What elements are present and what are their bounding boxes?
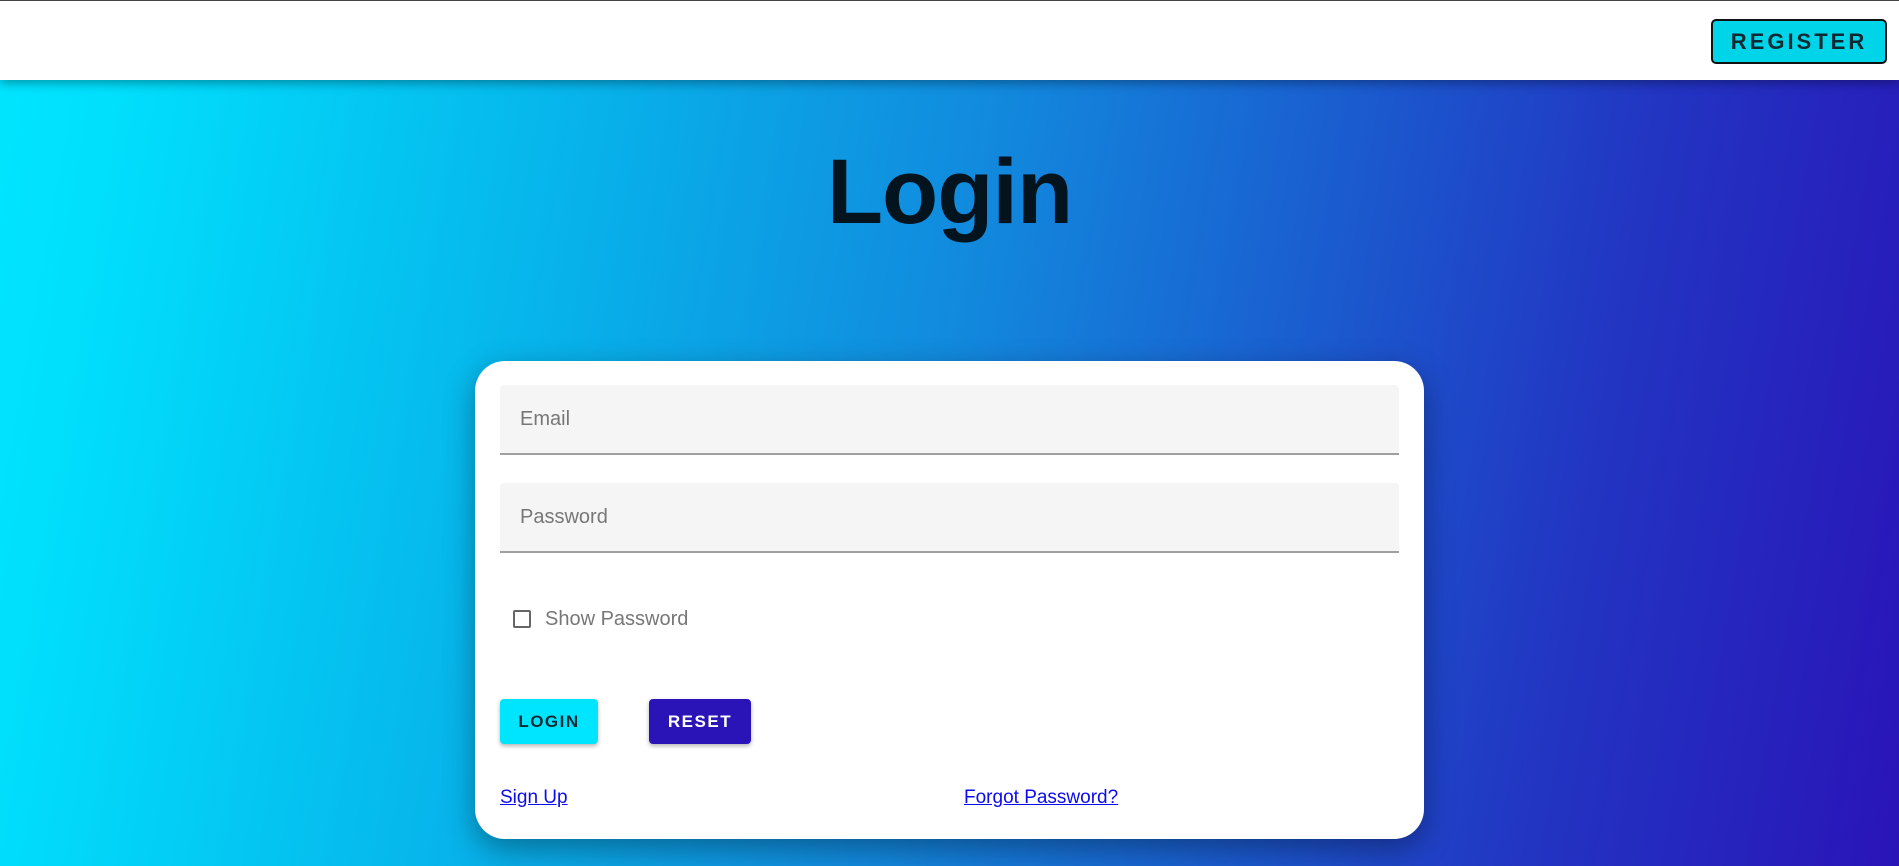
password-field[interactable] [500,483,1399,553]
reset-button[interactable]: RESET [649,699,751,744]
email-field[interactable] [500,385,1399,455]
register-button[interactable]: REGISTER [1711,19,1887,64]
login-card: Show Password LOGIN RESET Sign Up Forgot… [475,361,1424,839]
show-password-toggle[interactable]: Show Password [513,604,688,634]
show-password-label: Show Password [545,607,689,630]
password-input[interactable] [500,483,1399,551]
top-app-bar: REGISTER [0,0,1899,80]
sign-up-link[interactable]: Sign Up [500,787,568,809]
login-button[interactable]: LOGIN [500,699,598,744]
email-input[interactable] [500,385,1399,453]
show-password-checkbox[interactable] [513,610,531,628]
forgot-password-link[interactable]: Forgot Password? [964,787,1118,809]
page-title: Login [826,141,1073,243]
